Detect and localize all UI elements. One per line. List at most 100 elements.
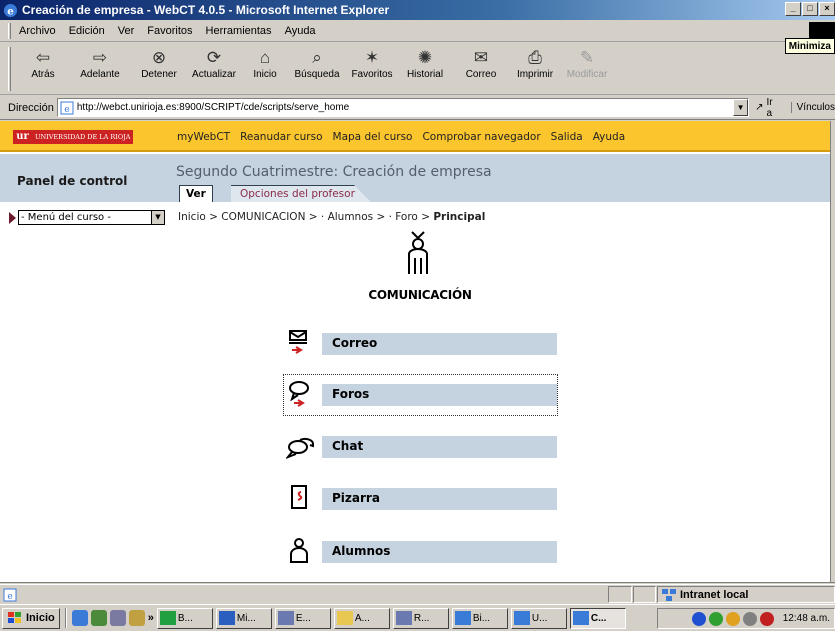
favorites-icon: ✶ (364, 48, 380, 67)
top-nav: myWebCT Reanudar curso Mapa del curso Co… (177, 131, 625, 143)
university-name: UNIVERSIDAD DE LA RIOJA (32, 130, 134, 144)
toolbar-grip[interactable] (8, 22, 11, 39)
tab-view[interactable]: Ver (179, 185, 213, 202)
address-url: http://webct.unirioja.es:8900/SCRIPT/cde… (76, 102, 350, 113)
svg-text:e: e (64, 105, 69, 115)
stop-button[interactable]: ⊗ Detener (133, 47, 185, 80)
forward-arrow-icon: ⇨ (92, 48, 108, 67)
tray-icon[interactable] (759, 611, 774, 626)
mail-icon: ✉ (473, 48, 489, 67)
nav-mywebct[interactable]: myWebCT (177, 131, 230, 143)
tray-icon[interactable] (708, 611, 723, 626)
taskbar: Inicio » B... Mi... E... A... R... Bi...… (0, 604, 835, 631)
nav-check-browser[interactable]: Comprobar navegador (422, 131, 540, 143)
nav-help[interactable]: Ayuda (593, 131, 625, 143)
menu-herramientas[interactable]: Herramientas (206, 25, 272, 37)
status-pane-1 (608, 586, 632, 603)
task-button[interactable]: Mi... (215, 607, 272, 629)
course-menu-select[interactable]: - Menú del curso - ▼ (18, 210, 165, 225)
volume-icon[interactable] (742, 611, 757, 626)
quicklaunch-outlook-icon[interactable] (109, 610, 126, 626)
university-mark: ur (13, 130, 32, 144)
clock[interactable]: 12:48 a.m. (783, 613, 830, 624)
task-button[interactable]: U... (510, 607, 567, 629)
stop-icon: ⊗ (151, 48, 167, 67)
breadcrumb-path[interactable]: Inicio > COMUNICACION > · Alumnos > · Fo… (178, 211, 433, 223)
go-arrow-icon: ↗ (755, 102, 764, 113)
history-button[interactable]: ✺ Historial (397, 47, 453, 80)
task-app-icon (277, 611, 294, 625)
control-panel-bar: Panel de control Segundo Cuatrimestre: C… (0, 154, 835, 202)
ie-icon (513, 611, 530, 625)
item-correo[interactable]: Correo (284, 324, 557, 364)
search-button[interactable]: ⌕ Búsqueda (287, 47, 347, 80)
home-label: Inicio (253, 69, 277, 80)
minimize-button[interactable]: _ (785, 2, 801, 16)
menu-archivo[interactable]: Archivo (19, 25, 56, 37)
breadcrumb: Inicio > COMUNICACION > · Alumnos > · Fo… (178, 211, 485, 223)
whiteboard-icon (291, 485, 307, 509)
close-button[interactable]: × (819, 2, 835, 16)
course-menu-dropdown-icon[interactable]: ▼ (151, 211, 164, 224)
task-button[interactable]: B... (156, 607, 213, 629)
word-icon (218, 611, 235, 625)
item-chat[interactable]: Chat (284, 427, 557, 467)
zone-label: Intranet local (680, 588, 749, 601)
print-button[interactable]: ⎙ Imprimir (509, 47, 561, 80)
refresh-button[interactable]: ⟳ Actualizar (185, 47, 243, 80)
stop-label: Detener (141, 69, 177, 80)
back-button[interactable]: ⇦ Atrás (19, 47, 67, 80)
menu-ayuda[interactable]: Ayuda (285, 25, 316, 37)
page-icon: e (60, 101, 74, 115)
edit-button[interactable]: ✎ Modificar (561, 47, 613, 80)
mail-icon (289, 330, 307, 354)
nav-course-map[interactable]: Mapa del curso (333, 131, 413, 143)
item-pizarra[interactable]: Pizarra (284, 479, 557, 519)
task-button[interactable]: R... (392, 607, 449, 629)
communication-figure-icon (408, 231, 428, 274)
tray-icon[interactable] (725, 611, 740, 626)
mail-label: Correo (465, 69, 497, 80)
course-menu-wrapper: - Menú del curso - ▼ (9, 210, 165, 225)
item-alumnos[interactable]: Alumnos (284, 532, 557, 572)
task-button-active[interactable]: C... (569, 607, 626, 629)
edit-icon: ✎ (579, 48, 595, 67)
menu-favoritos[interactable]: Favoritos (147, 25, 192, 37)
links-button[interactable]: Vínculos (790, 102, 835, 113)
maximize-button[interactable]: □ (802, 2, 818, 16)
intranet-icon (662, 588, 676, 601)
menu-ver[interactable]: Ver (118, 25, 135, 37)
task-button[interactable]: E... (274, 607, 331, 629)
address-dropdown-button[interactable]: ▼ (733, 99, 749, 116)
menu-arrow-icon[interactable] (9, 211, 16, 224)
go-button[interactable]: ↗ Ir a (755, 97, 781, 119)
start-button[interactable]: Inicio (2, 607, 60, 629)
item-foros[interactable]: Foros (283, 374, 558, 416)
vertical-scrollbar[interactable] (830, 121, 835, 583)
breadcrumb-current: Principal (433, 211, 486, 223)
mail-button[interactable]: ✉ Correo (453, 47, 509, 80)
toolbar-grip[interactable] (8, 47, 11, 91)
address-bar: Dirección e http://webct.unirioja.es:890… (0, 96, 835, 120)
task-label: U... (531, 612, 548, 624)
task-button[interactable]: Bi... (451, 607, 508, 629)
forward-label: Adelante (80, 69, 120, 80)
status-text-pane (0, 586, 606, 603)
tab-teacher-options[interactable]: Opciones del profesor (231, 185, 371, 202)
quicklaunch-app-icon[interactable] (128, 610, 145, 626)
address-input[interactable]: e http://webct.unirioja.es:8900/SCRIPT/c… (56, 98, 750, 117)
quicklaunch-ie-icon[interactable] (71, 610, 88, 626)
quicklaunch-more-icon[interactable]: » (148, 612, 154, 624)
nav-logout[interactable]: Salida (551, 131, 583, 143)
quicklaunch-desktop-icon[interactable] (90, 610, 107, 626)
forward-button[interactable]: ⇨ Adelante (67, 47, 133, 80)
university-logo[interactable]: ur UNIVERSIDAD DE LA RIOJA (13, 130, 134, 144)
favorites-button[interactable]: ✶ Favoritos (347, 47, 397, 80)
task-button[interactable]: A... (333, 607, 390, 629)
nav-resume-course[interactable]: Reanudar curso (240, 131, 322, 143)
ie-icon (454, 611, 471, 625)
menu-edicion[interactable]: Edición (69, 25, 105, 37)
tray-icon[interactable] (691, 611, 706, 626)
title-bar: e Creación de empresa - WebCT 4.0.5 - Mi… (0, 0, 835, 20)
home-button[interactable]: ⌂ Inicio (243, 47, 287, 80)
